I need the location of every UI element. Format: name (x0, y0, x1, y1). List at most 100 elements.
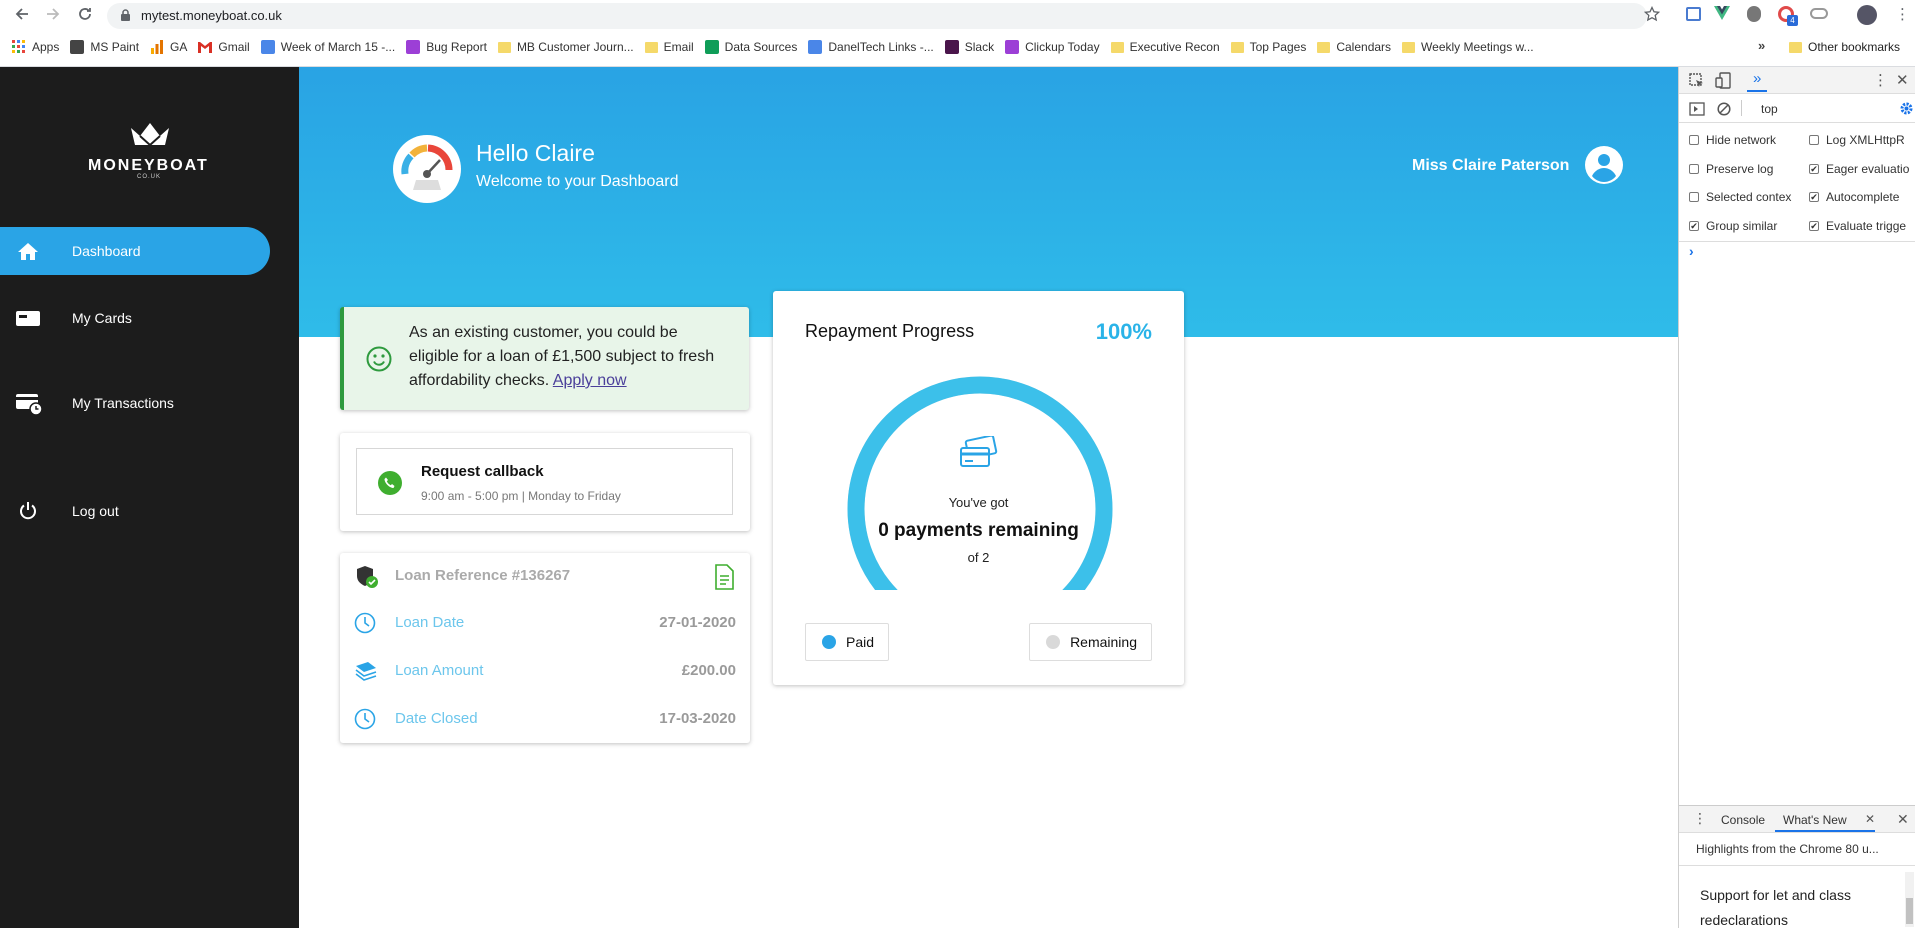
clock-icon (354, 612, 376, 634)
close-tab-icon[interactable]: ✕ (1865, 812, 1875, 826)
console-prompt[interactable]: › (1689, 243, 1694, 259)
bookmark-calendars[interactable]: Calendars (1317, 37, 1391, 57)
devtools-panel: » ⋮ ✕ top Hide network Log XMLHttpR Pres… (1678, 67, 1915, 928)
bookmark-clickup-today[interactable]: Clickup Today (1005, 37, 1100, 57)
bookmark-data-sources[interactable]: Data Sources (704, 37, 798, 57)
logo-crown-icon (129, 122, 171, 146)
progress-title: Repayment Progress (805, 321, 975, 341)
more-tabs-button[interactable]: » (1747, 70, 1768, 92)
selected-context-checkbox[interactable]: Selected contex (1689, 190, 1791, 204)
sidebar-item-my-cards[interactable]: My Cards (0, 294, 270, 342)
sidebar-item-dashboard[interactable]: Dashboard (0, 227, 270, 275)
tab-console[interactable]: Console (1721, 813, 1765, 827)
user-avatar-icon[interactable] (1585, 146, 1623, 184)
bookmark-label: Data Sources (724, 40, 798, 54)
loan-reference: Loan Reference #136267 (395, 567, 571, 584)
forward-icon[interactable] (45, 6, 61, 22)
checkbox-label: Hide network (1706, 133, 1777, 147)
document-icon[interactable] (713, 564, 735, 590)
evaluate-triggers-checkbox[interactable]: ✔ Evaluate trigge (1809, 219, 1906, 233)
bookmark-executive-recon[interactable]: Executive Recon (1110, 37, 1220, 57)
progress-percent: 100% (1095, 319, 1152, 344)
cash-stack-icon (354, 660, 378, 682)
bookmark-bug-report[interactable]: Bug Report (406, 37, 487, 57)
extension-badge: 4 (1787, 15, 1798, 26)
bookmark-week-of-march[interactable]: Week of March 15 -... (260, 37, 396, 57)
date-closed-label: Date Closed (395, 710, 478, 727)
checkbox (1689, 135, 1699, 145)
scrollbar-thumb[interactable] (1906, 898, 1913, 924)
bookmark-ga[interactable]: GA (150, 37, 187, 57)
legend-remaining[interactable]: Remaining (1029, 623, 1152, 661)
eager-evaluation-checkbox[interactable]: ✔ Eager evaluatio (1809, 162, 1909, 176)
bookmark-top-pages[interactable]: Top Pages (1230, 37, 1306, 57)
sidebar-item-log-out[interactable]: Log out (0, 487, 270, 535)
browser-menu-icon[interactable]: ⋮ (1895, 5, 1910, 23)
group-similar-checkbox[interactable]: ✔ Group similar (1689, 219, 1777, 233)
lock-icon[interactable] (120, 9, 131, 22)
bookmark-apps[interactable]: Apps (12, 37, 59, 57)
loan-amount-value: £200.00 (681, 662, 736, 679)
autocomplete-checkbox[interactable]: ✔ Autocomplete (1809, 190, 1899, 204)
context-selector[interactable]: top (1761, 102, 1778, 116)
settings-gear-icon[interactable] (1899, 101, 1914, 116)
extension-icon[interactable] (1810, 8, 1828, 19)
legend-paid[interactable]: Paid (805, 623, 890, 661)
close-drawer-icon[interactable]: ✕ (1897, 811, 1909, 828)
star-icon[interactable] (1644, 6, 1660, 22)
analytics-icon (150, 40, 164, 54)
other-bookmarks-label: Other bookmarks (1808, 40, 1901, 54)
device-toolbar-icon[interactable] (1715, 72, 1731, 89)
bookmark-gmail[interactable]: Gmail (198, 37, 250, 57)
checkbox-checked: ✔ (1809, 192, 1819, 202)
sidebar-item-my-transactions[interactable]: My Transactions (0, 379, 270, 427)
back-icon[interactable] (14, 6, 30, 22)
callback-title: Request callback (421, 463, 544, 480)
loan-row-closed: Date Closed 17-03-2020 (354, 706, 736, 730)
apply-now-link[interactable]: Apply now (553, 372, 627, 389)
checkbox-label: Selected contex (1706, 190, 1792, 204)
clickup-icon (406, 40, 421, 54)
devtools-menu-icon[interactable]: ⋮ (1873, 71, 1888, 89)
clickup-icon (1005, 40, 1020, 54)
request-callback-button[interactable]: Request callback 9:00 am - 5:00 pm | Mon… (356, 448, 733, 515)
bookmark-label: Gmail (218, 40, 250, 54)
bookmark-daneltech[interactable]: DanelTech Links -... (808, 37, 934, 57)
reload-icon[interactable] (77, 6, 93, 22)
bookmark-mb-customer[interactable]: MB Customer Journ... (497, 37, 634, 57)
sidebar-item-label: Log out (72, 503, 119, 519)
bookmark-email[interactable]: Email (644, 37, 694, 57)
checkbox-label: Log XMLHttpR (1826, 133, 1905, 147)
smiley-icon (366, 346, 392, 372)
preserve-log-checkbox[interactable]: Preserve log (1689, 162, 1773, 176)
sidebar-toggle-icon[interactable] (1689, 102, 1705, 116)
extension-icon[interactable] (1686, 7, 1701, 21)
bookmark-label: Calendars (1336, 40, 1392, 54)
bookmark-label: Week of March 15 -... (280, 40, 396, 54)
hide-network-checkbox[interactable]: Hide network (1689, 133, 1776, 147)
loan-amount-label: Loan Amount (395, 662, 484, 679)
sidebar-item-label: Dashboard (72, 243, 141, 259)
slack-icon (944, 40, 959, 54)
callback-hours: 9:00 am - 5:00 pm | Monday to Friday (421, 489, 621, 503)
drawer-menu-icon[interactable]: ⋮ (1693, 810, 1707, 827)
bookmark-ms-paint[interactable]: MS Paint (70, 37, 139, 57)
inspect-element-icon[interactable] (1689, 73, 1705, 89)
vue-extension-icon[interactable] (1714, 6, 1730, 20)
extension-icon[interactable] (1747, 6, 1761, 22)
bookmark-label: Bug Report (426, 40, 487, 54)
more-bookmarks-button[interactable]: » (1758, 38, 1765, 53)
bookmark-label: DanelTech Links -... (828, 40, 934, 54)
paint-icon (70, 40, 85, 54)
other-bookmarks[interactable]: Other bookmarks (1789, 37, 1900, 57)
user-name[interactable]: Miss Claire Paterson (1412, 157, 1569, 175)
url-text[interactable]: mytest.moneyboat.co.uk (141, 8, 282, 23)
clear-console-icon[interactable] (1717, 102, 1731, 116)
profile-avatar[interactable] (1857, 5, 1877, 25)
log-xhr-checkbox[interactable]: Log XMLHttpR (1809, 133, 1905, 147)
bookmark-weekly-meetings[interactable]: Weekly Meetings w... (1402, 37, 1534, 57)
tab-whats-new[interactable]: What's New (1783, 813, 1847, 827)
address-bar[interactable] (107, 3, 1647, 29)
close-devtools-icon[interactable]: ✕ (1896, 71, 1909, 89)
bookmark-slack[interactable]: Slack (944, 37, 994, 57)
